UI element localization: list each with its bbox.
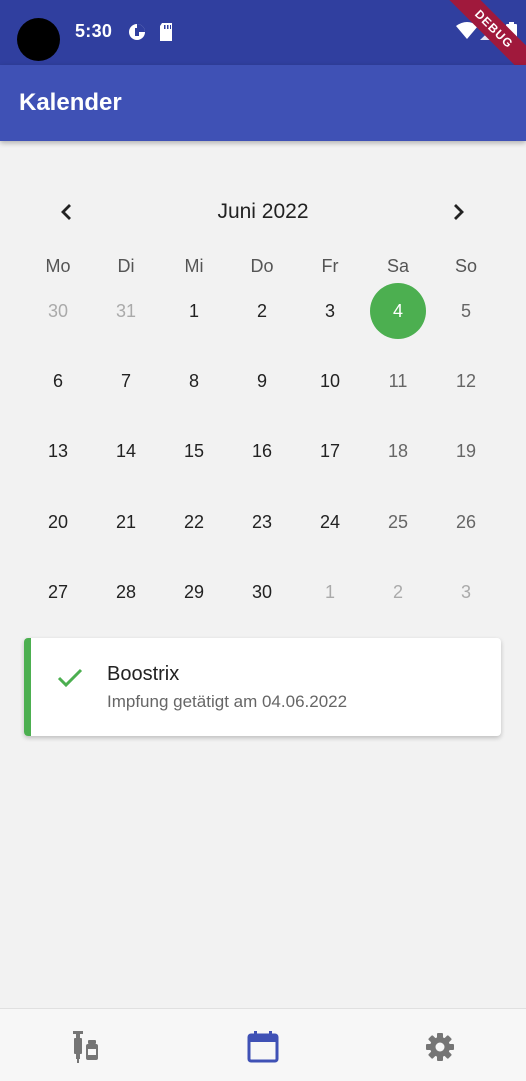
calendar-day[interactable]: 18 <box>370 423 426 479</box>
calendar-day[interactable]: 8 <box>166 353 222 409</box>
weekday-header: Mo <box>45 256 71 276</box>
calendar-day[interactable]: 21 <box>98 494 154 550</box>
status-stripe <box>24 638 31 736</box>
nav-vaccinations[interactable] <box>66 1027 106 1067</box>
weekday-header: Do <box>250 256 274 276</box>
vaccination-event-card[interactable]: Boostrix Impfung getätigt am 04.06.2022 <box>24 638 501 736</box>
check-icon <box>56 664 84 697</box>
nav-settings[interactable] <box>420 1027 460 1067</box>
calendar-icon <box>247 1031 279 1063</box>
status-time: 5:30 <box>75 21 113 41</box>
calendar-day[interactable]: 16 <box>234 423 290 479</box>
calendar-day[interactable]: 2 <box>370 564 426 620</box>
weekday-header: Di <box>117 256 135 276</box>
event-title: Boostrix <box>107 663 180 685</box>
calendar-day[interactable]: 9 <box>234 353 290 409</box>
calendar-day[interactable]: 2 <box>234 283 290 339</box>
calendar-day[interactable]: 30 <box>234 564 290 620</box>
calendar-day[interactable]: 28 <box>98 564 154 620</box>
event-subtitle: Impfung getätigt am 04.06.2022 <box>107 692 348 711</box>
calendar-day[interactable]: 24 <box>302 494 358 550</box>
nav-calendar[interactable] <box>243 1027 283 1067</box>
calendar-day[interactable]: 29 <box>166 564 222 620</box>
calendar-day[interactable]: 1 <box>166 283 222 339</box>
data-saver-icon <box>127 22 147 47</box>
calendar-day[interactable]: 10 <box>302 353 358 409</box>
calendar-day[interactable]: 31 <box>98 283 154 339</box>
sd-card-icon <box>158 22 174 47</box>
vaccine-icon <box>73 1031 98 1063</box>
calendar-day[interactable]: 12 <box>438 353 494 409</box>
next-month-button[interactable] <box>444 198 472 226</box>
calendar-day[interactable]: 3 <box>438 564 494 620</box>
weekday-header: So <box>454 256 478 276</box>
chevron-right-icon <box>454 204 464 220</box>
calendar-day[interactable]: 23 <box>234 494 290 550</box>
calendar-day[interactable]: 1 <box>302 564 358 620</box>
page-title: Kalender <box>19 89 122 116</box>
calendar-day-selected[interactable]: 4 <box>370 283 426 339</box>
calendar-day[interactable]: 22 <box>166 494 222 550</box>
calendar-day[interactable]: 11 <box>370 353 426 409</box>
app-bar: Kalender <box>0 65 526 141</box>
calendar-day[interactable]: 25 <box>370 494 426 550</box>
calendar-day[interactable]: 19 <box>438 423 494 479</box>
calendar-day[interactable]: 14 <box>98 423 154 479</box>
calendar-day[interactable]: 15 <box>166 423 222 479</box>
calendar-header: Juni 2022 <box>0 190 526 234</box>
weekday-header: Sa <box>386 256 410 276</box>
calendar-day[interactable]: 5 <box>438 283 494 339</box>
calendar-day[interactable]: 13 <box>30 423 86 479</box>
calendar-day[interactable]: 27 <box>30 564 86 620</box>
calendar-day[interactable]: 6 <box>30 353 86 409</box>
calendar-day[interactable]: 7 <box>98 353 154 409</box>
settings-gear-icon <box>426 1033 454 1061</box>
calendar-day[interactable]: 30 <box>30 283 86 339</box>
calendar-day[interactable]: 3 <box>302 283 358 339</box>
status-bar: 5:30 DEBUG <box>0 0 526 87</box>
camera-cutout <box>17 18 60 61</box>
calendar-day[interactable]: 20 <box>30 494 86 550</box>
weekday-header: Fr <box>321 256 339 276</box>
calendar-day[interactable]: 26 <box>438 494 494 550</box>
weekday-header: Mi <box>184 256 204 276</box>
calendar-day[interactable]: 17 <box>302 423 358 479</box>
bottom-navigation <box>0 1008 526 1081</box>
